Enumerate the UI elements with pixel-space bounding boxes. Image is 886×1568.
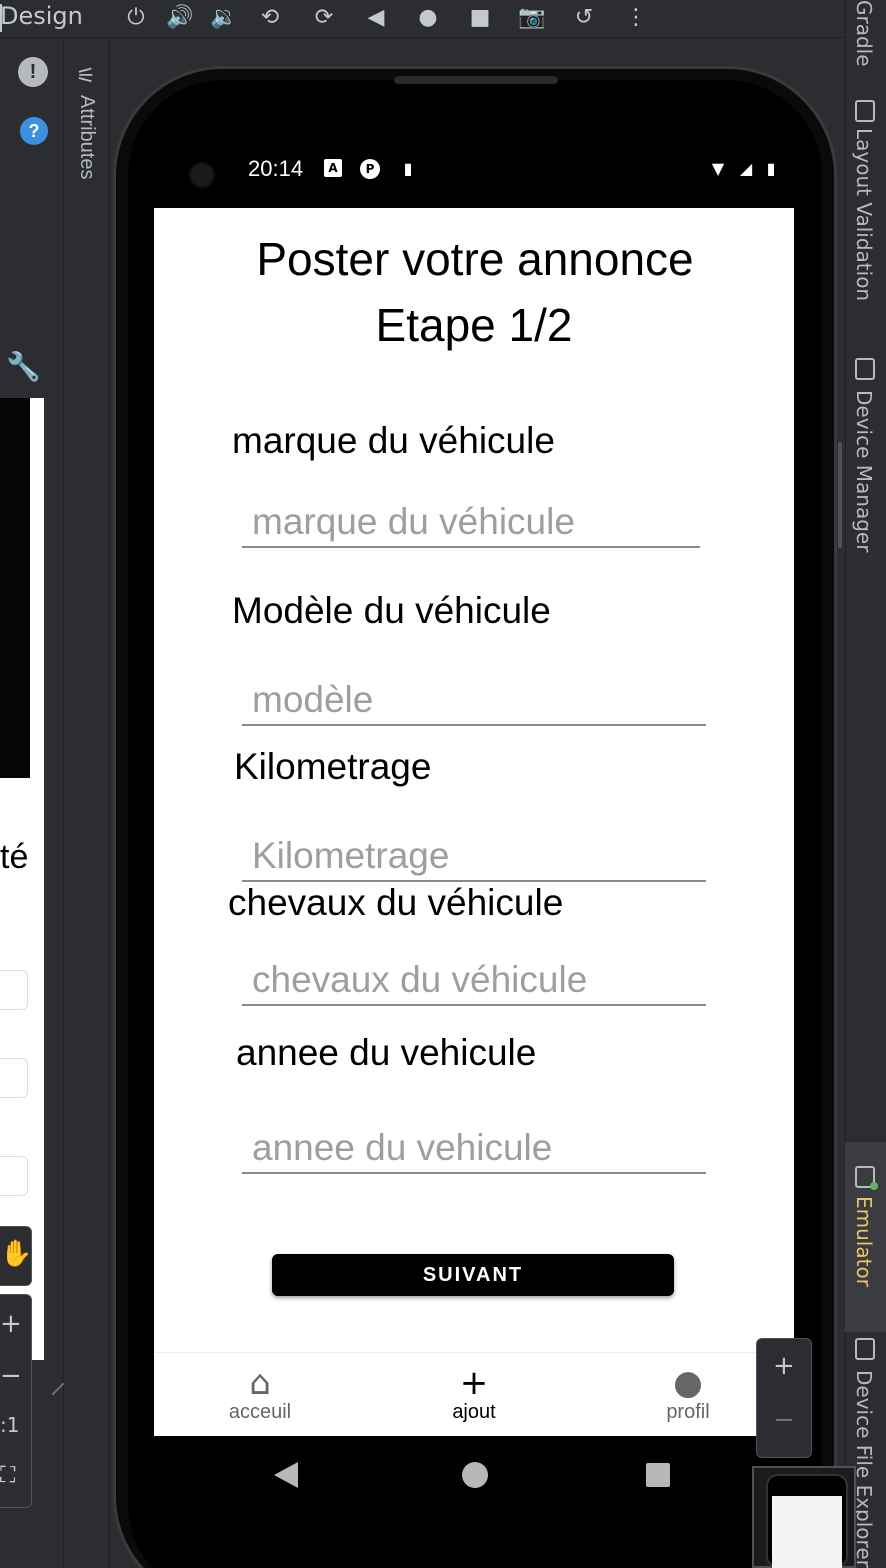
- design-mode-label[interactable]: Design: [0, 2, 83, 30]
- nav-profile-label: profil: [666, 1401, 710, 1423]
- actual-size-icon[interactable]: :1: [0, 1413, 19, 1437]
- nav-add-label: ajout: [452, 1401, 496, 1423]
- device-manager-icon: [855, 358, 875, 380]
- running-indicator: [870, 1182, 878, 1190]
- horsepower-label: chevaux du véhicule: [228, 882, 564, 923]
- year-input[interactable]: [242, 1124, 706, 1174]
- gradle-tab[interactable]: Gradle: [852, 0, 876, 67]
- warning-icon[interactable]: !: [18, 57, 48, 87]
- wrench-icon[interactable]: 🔧: [6, 350, 41, 383]
- zoom-out-icon[interactable]: −: [0, 1361, 22, 1391]
- emulator-zoom-panel: + −: [756, 1338, 812, 1458]
- plus-icon: +: [459, 1363, 489, 1403]
- system-home-button[interactable]: [462, 1462, 488, 1488]
- notification-icon: P: [360, 159, 380, 179]
- zoom-in-icon[interactable]: +: [0, 1309, 22, 1339]
- scrollbar-thumb[interactable]: [838, 442, 842, 548]
- step-indicator: Etape 1/2: [375, 299, 573, 351]
- preview-field: [0, 1058, 28, 1098]
- next-button[interactable]: SUIVANT: [272, 1254, 674, 1296]
- system-back-button[interactable]: [274, 1462, 298, 1488]
- more-icon[interactable]: ⋮: [622, 4, 650, 32]
- battery-icon: ▮: [766, 159, 776, 178]
- mileage-input[interactable]: [242, 832, 706, 882]
- layout-validation-tab[interactable]: Layout Validation: [852, 128, 876, 301]
- emulator-tab[interactable]: Emulator: [852, 1196, 876, 1287]
- rotate-right-icon[interactable]: ⟳: [310, 4, 338, 32]
- wifi-icon: ▼: [711, 159, 725, 178]
- power-icon[interactable]: ⏻: [122, 4, 150, 32]
- overview-icon[interactable]: ■: [466, 4, 494, 32]
- nav-profile[interactable]: ● profil: [618, 1353, 758, 1436]
- mileage-label: Kilometrage: [234, 746, 432, 787]
- hand-icon[interactable]: ✋: [0, 1239, 32, 1269]
- zoom-out-icon[interactable]: −: [773, 1405, 795, 1435]
- preview-text: té: [0, 838, 29, 876]
- person-icon: ●: [673, 1363, 703, 1403]
- nav-home[interactable]: ⌂ acceuil: [190, 1353, 330, 1436]
- preview-field: [0, 1156, 28, 1196]
- home-icon[interactable]: ●: [414, 4, 442, 32]
- nav-home-label: acceuil: [228, 1401, 292, 1423]
- attributes-tab[interactable]: Attributes: [75, 95, 98, 179]
- app-screen: Poster votre annonce Etape 1/2 marque du…: [154, 208, 794, 1436]
- brand-input[interactable]: [242, 498, 700, 548]
- device-file-explorer-icon: [855, 1338, 875, 1360]
- year-label: annee du vehicule: [236, 1032, 537, 1073]
- brand-label: marque du véhicule: [232, 420, 555, 461]
- volume-down-icon[interactable]: 🔉: [210, 4, 238, 32]
- page-title: Poster votre annonce: [256, 233, 694, 285]
- device-manager-tab[interactable]: Device Manager: [852, 390, 876, 552]
- preview-image: [0, 398, 30, 778]
- model-label: Modèle du véhicule: [232, 590, 551, 631]
- zoom-in-icon[interactable]: +: [773, 1351, 795, 1381]
- front-camera: [189, 162, 215, 188]
- cell-signal-icon: ◢: [739, 159, 753, 178]
- attributes-strip: [64, 38, 110, 1568]
- sd-card-icon: ▮: [403, 159, 413, 178]
- rotate-left-icon[interactable]: ⟲: [256, 4, 284, 32]
- camera-icon[interactable]: 📷: [518, 4, 546, 32]
- status-time: 20:14: [248, 156, 304, 181]
- pan-tool-panel[interactable]: ✋: [0, 1226, 32, 1286]
- layout-validation-icon: [855, 100, 875, 122]
- app-notification-icon: A: [324, 159, 342, 177]
- back-icon[interactable]: ◀: [362, 4, 390, 32]
- horsepower-input[interactable]: [242, 956, 706, 1006]
- minimap-screen: [772, 1496, 842, 1568]
- bottom-navigation: ⌂ acceuil + ajout ● profil: [154, 1352, 794, 1436]
- snapshot-icon[interactable]: ↺: [570, 4, 598, 32]
- fit-screen-icon[interactable]: ⛶: [0, 1463, 15, 1488]
- help-icon[interactable]: ?: [20, 117, 48, 145]
- speaker-grille: [394, 76, 558, 84]
- zoom-panel: + − :1 ⛶: [0, 1294, 32, 1508]
- sliders-icon[interactable]: ⚟: [76, 64, 96, 89]
- system-recents-button[interactable]: [646, 1463, 670, 1487]
- home-icon: ⌂: [249, 1363, 271, 1403]
- volume-up-icon[interactable]: 🔊: [166, 4, 194, 32]
- model-input[interactable]: [242, 676, 706, 726]
- nav-add[interactable]: + ajout: [404, 1353, 544, 1436]
- divider: [0, 4, 2, 32]
- preview-field: [0, 970, 28, 1010]
